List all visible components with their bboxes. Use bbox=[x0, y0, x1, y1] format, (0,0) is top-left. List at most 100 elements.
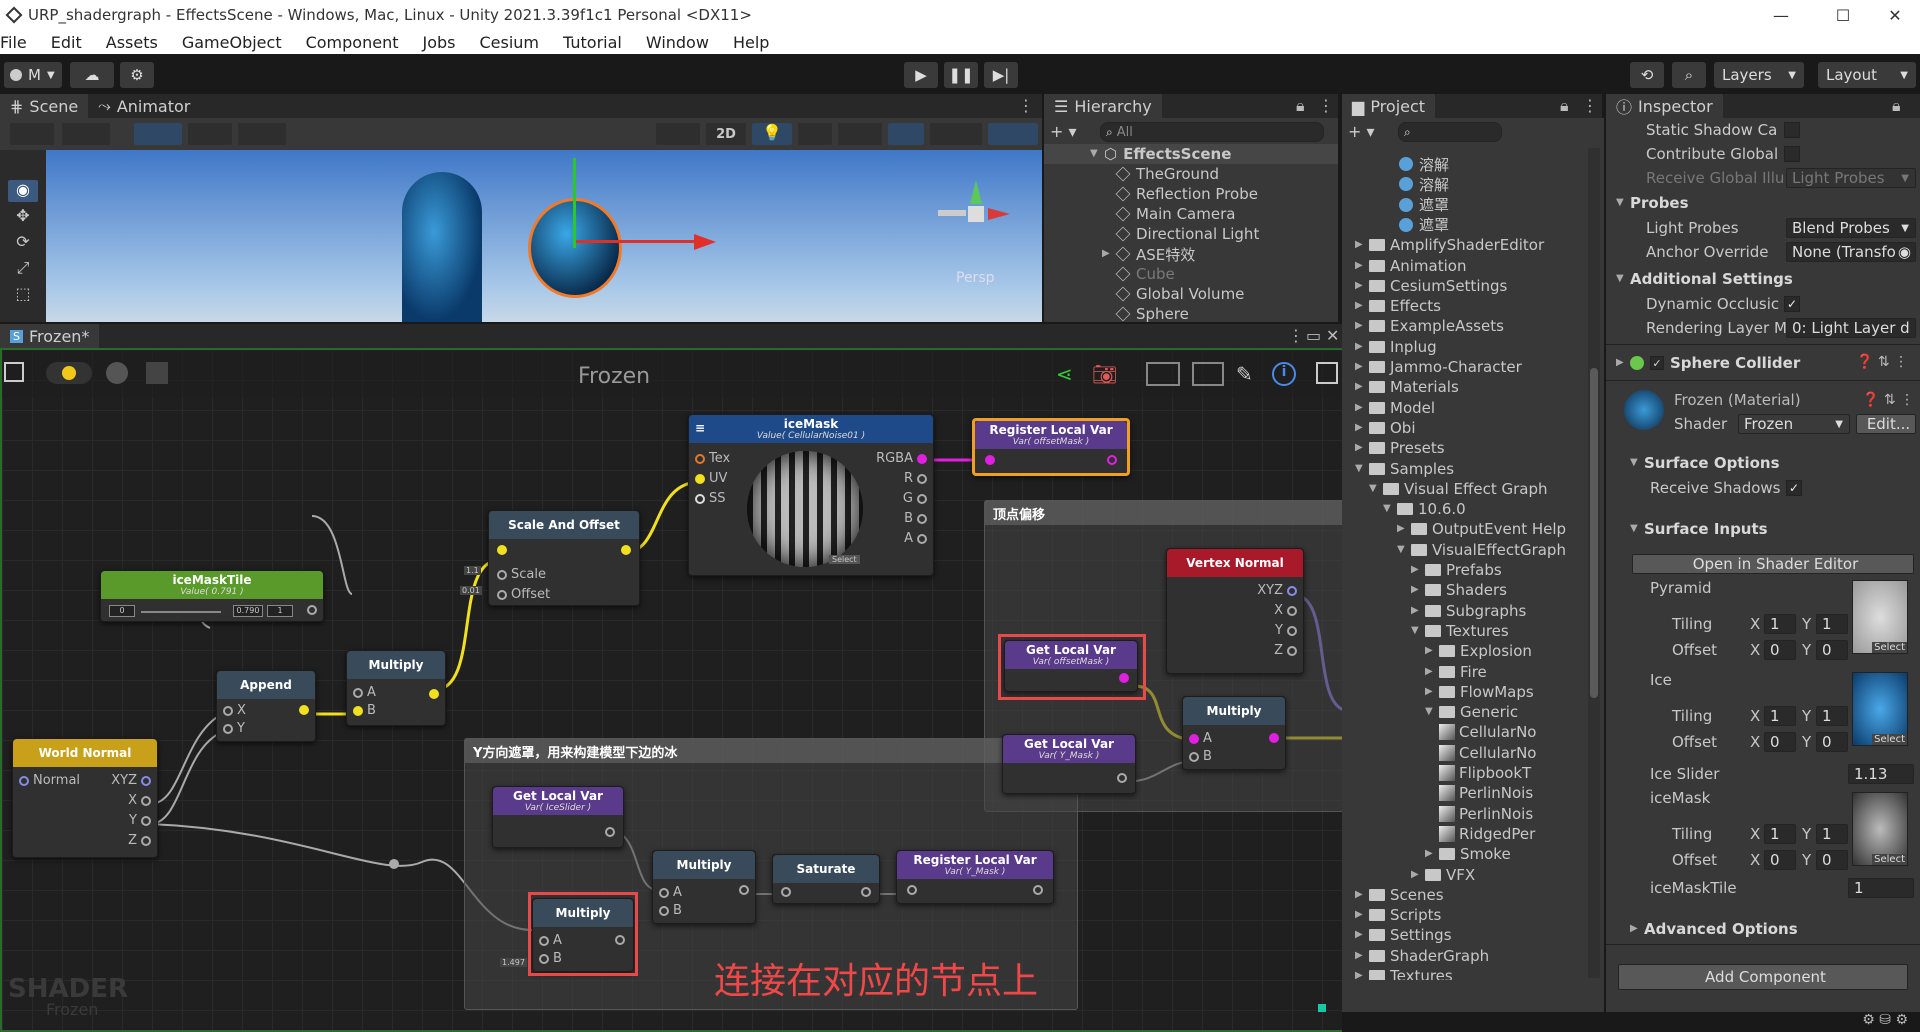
chevron-right-icon[interactable]: ▶ bbox=[1355, 320, 1365, 332]
rotate-tool-button[interactable]: ⟳ bbox=[8, 232, 38, 254]
chevron-down-icon[interactable]: ▼ bbox=[1411, 625, 1421, 637]
shading-dropdown[interactable] bbox=[62, 123, 110, 145]
maximize-icon[interactable]: ▭ bbox=[1306, 326, 1321, 345]
sphere-collider-header[interactable]: ▶ ✓ Sphere Collider bbox=[1616, 352, 1800, 374]
tiling-y-field[interactable]: 1 bbox=[1816, 706, 1848, 726]
offset-x-field[interactable]: 0 bbox=[1764, 732, 1796, 752]
project-folder[interactable]: ▶ Animation bbox=[1355, 256, 1466, 276]
tab-project[interactable]: ▆ Project bbox=[1342, 94, 1436, 118]
chevron-right-icon[interactable]: ▶ bbox=[1355, 909, 1365, 921]
menu-jobs[interactable]: Jobs bbox=[410, 33, 467, 52]
project-folder[interactable]: ▶ Shaders bbox=[1411, 580, 1507, 600]
project-asset[interactable]: FlipbookT bbox=[1439, 763, 1531, 783]
menu-window[interactable]: Window bbox=[634, 33, 721, 52]
increment-snap-dropdown[interactable] bbox=[238, 123, 286, 145]
node-get-ymask[interactable]: Get Local Var Var( Y_Mask ) bbox=[1002, 734, 1136, 794]
chevron-right-icon[interactable]: ▶ bbox=[1411, 605, 1421, 617]
tiling-y-field[interactable]: 1 bbox=[1816, 824, 1848, 844]
slider-track[interactable] bbox=[141, 611, 221, 613]
project-folder[interactable]: ▶ Subgraphs bbox=[1411, 601, 1526, 621]
receive-shadows-checkbox[interactable]: ✓ bbox=[1786, 480, 1802, 496]
project-scrollbar[interactable] bbox=[1588, 148, 1600, 978]
view-tool-button[interactable]: ◉ bbox=[8, 180, 38, 202]
node-scale-and-offset[interactable]: Scale And Offset Scale Offset bbox=[488, 510, 640, 606]
sphere-collider-checkbox[interactable]: ✓ bbox=[1650, 356, 1664, 370]
account-dropdown[interactable]: M ▼ bbox=[4, 62, 62, 88]
chevron-right-icon[interactable]: ▶ bbox=[1425, 686, 1435, 698]
hierarchy-search-input[interactable]: ⌕ All bbox=[1100, 122, 1324, 142]
project-folder[interactable]: ▶ Smoke bbox=[1425, 844, 1511, 864]
node-menu-icon[interactable]: ≡ bbox=[695, 421, 705, 435]
menu-file[interactable]: File bbox=[0, 33, 39, 52]
offset-x-field[interactable]: 0 bbox=[1764, 850, 1796, 870]
project-folder[interactable]: ▶ Fire bbox=[1425, 662, 1487, 682]
menu-gameobject[interactable]: GameObject bbox=[170, 33, 294, 52]
select-button[interactable]: Select bbox=[829, 555, 860, 564]
pyramid-texture[interactable]: Select bbox=[1852, 580, 1908, 654]
offset-y-field[interactable]: 0 bbox=[1816, 850, 1848, 870]
menu-cesium[interactable]: Cesium bbox=[467, 33, 551, 52]
hierarchy-menu-icon[interactable]: ⋮ bbox=[1318, 96, 1334, 115]
chevron-right-icon[interactable]: ▶ bbox=[1355, 889, 1365, 901]
tab-hierarchy[interactable]: ☰ Hierarchy bbox=[1044, 94, 1162, 118]
node-vertex-normal[interactable]: Vertex Normal XYZ X Y Z bbox=[1166, 548, 1304, 674]
project-folder[interactable]: ▼ VisualEffectGraph bbox=[1397, 540, 1566, 560]
node-multiply[interactable]: Multiply A B bbox=[1182, 696, 1286, 770]
chevron-down-icon[interactable]: ▼ bbox=[1355, 463, 1365, 475]
port-uv[interactable]: UV bbox=[691, 471, 727, 486]
port-r[interactable]: R bbox=[904, 471, 931, 486]
chevron-right-icon[interactable]: ▶ bbox=[1425, 848, 1435, 860]
close-button[interactable]: ✕ bbox=[1872, 0, 1918, 30]
lighting-toggle[interactable]: 💡 bbox=[752, 123, 792, 145]
chevron-down-icon[interactable]: ▼ bbox=[1383, 503, 1393, 515]
ice-slider-field[interactable]: 1.13 bbox=[1848, 764, 1914, 784]
chevron-right-icon[interactable]: ▶ bbox=[1425, 645, 1435, 657]
project-folder[interactable]: ▼ Samples bbox=[1355, 459, 1454, 479]
maximize-button[interactable]: ☐ bbox=[1820, 0, 1866, 30]
x-axis-gizmo[interactable] bbox=[576, 240, 706, 243]
contribute-global-checkbox[interactable] bbox=[1784, 146, 1800, 162]
port-g[interactable]: G bbox=[903, 491, 931, 506]
project-asset[interactable]: PerlinNois bbox=[1439, 804, 1533, 824]
project-folder[interactable]: ▶ Inplug bbox=[1355, 337, 1437, 357]
component-icons[interactable]: ❓ ⇅ ⋮ bbox=[1856, 354, 1908, 370]
project-folder[interactable]: ▼ Textures bbox=[1411, 621, 1509, 641]
chevron-right-icon[interactable]: ▶ bbox=[1411, 584, 1421, 596]
project-folder[interactable]: ▼ 10.6.0 bbox=[1383, 499, 1466, 519]
anchor-override-field[interactable]: None (Transfo ◉ bbox=[1786, 242, 1916, 262]
layout-dropdown[interactable]: Layout ▼ bbox=[1818, 62, 1916, 88]
multiply-b-default[interactable]: 1.497 bbox=[500, 958, 527, 967]
chevron-right-icon[interactable]: ▶ bbox=[1411, 564, 1421, 576]
project-folder[interactable]: ▶ Presets bbox=[1355, 438, 1445, 458]
project-asset[interactable]: 遮罩 bbox=[1399, 215, 1449, 235]
node-icemask[interactable]: iceMask Value( CellularNoise01 ) ≡ Tex UV … bbox=[688, 414, 934, 576]
orientation-gizmo[interactable] bbox=[932, 174, 1022, 244]
project-folder[interactable]: ▶ OutputEvent Help bbox=[1397, 519, 1566, 539]
project-folder[interactable]: ▶ FlowMaps bbox=[1425, 682, 1534, 702]
chevron-right-icon[interactable]: ▶ bbox=[1355, 442, 1365, 454]
project-folder[interactable]: ▼ Generic bbox=[1425, 702, 1518, 722]
chevron-right-icon[interactable]: ▶ bbox=[1355, 402, 1365, 414]
project-folder[interactable]: ▶ Jammo-Character bbox=[1355, 357, 1522, 377]
undo-history-button[interactable]: ⟲ bbox=[1630, 62, 1664, 88]
hierarchy-scene-root[interactable]: ▼ ⬡ EffectsScene bbox=[1044, 144, 1338, 164]
chevron-right-icon[interactable]: ▶ bbox=[1355, 280, 1365, 292]
project-folder[interactable]: ▶ ShaderGraph bbox=[1355, 946, 1489, 966]
node-world-normal[interactable]: World Normal Normal XYZ X Y Z bbox=[12, 738, 158, 858]
chevron-right-icon[interactable]: ▶ bbox=[1355, 260, 1365, 272]
cube-object[interactable] bbox=[402, 172, 482, 322]
tiling-x-field[interactable]: 1 bbox=[1764, 824, 1796, 844]
gizmos-dropdown[interactable] bbox=[988, 123, 1038, 145]
lock-icon[interactable]: 🔒︎ bbox=[1560, 96, 1569, 116]
project-folder[interactable]: ▶ Settings bbox=[1355, 925, 1452, 945]
rect-tool-button[interactable]: ⬚ bbox=[8, 284, 38, 306]
chevron-right-icon[interactable]: ▶ bbox=[1411, 869, 1421, 881]
menu-component[interactable]: Component bbox=[294, 33, 411, 52]
chevron-right-icon[interactable]: ▶ bbox=[1355, 300, 1365, 312]
project-folder[interactable]: ▶ Scenes bbox=[1355, 885, 1444, 905]
scale-default[interactable]: 1.1 bbox=[464, 566, 481, 575]
collab-button[interactable]: ⚙ bbox=[120, 62, 154, 88]
node-register-offsetmask[interactable]: Register Local Var Var( offsetMask ) bbox=[972, 418, 1130, 476]
hierarchy-item[interactable]: Sphere bbox=[1115, 304, 1189, 324]
lock-icon[interactable]: 🔒︎ bbox=[1296, 96, 1305, 116]
